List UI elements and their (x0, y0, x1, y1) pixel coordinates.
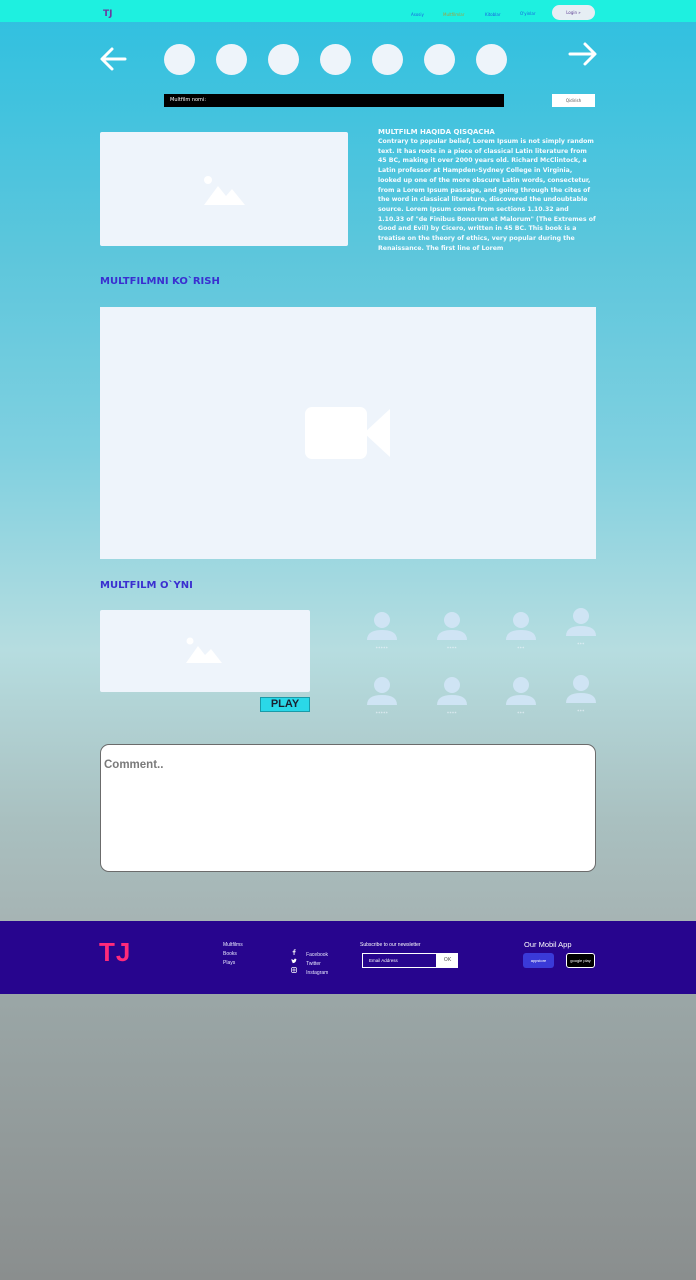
user-icon (437, 677, 467, 705)
carousel-item[interactable] (424, 44, 455, 75)
login-button[interactable]: Login » (552, 5, 595, 20)
nav-link-games[interactable]: O'yinlar (520, 11, 535, 16)
game-heading: MULTFILM O`YNI (100, 580, 193, 591)
player-card: **** (432, 675, 472, 716)
user-icon (437, 612, 467, 640)
arrow-right-icon[interactable] (566, 37, 600, 71)
player-card: *** (561, 606, 601, 647)
video-camera-icon (305, 407, 390, 459)
mobile-app-title: Our Mobil App (524, 940, 572, 949)
user-icon (566, 675, 596, 703)
search-input[interactable]: Multfilm nomi: (164, 94, 504, 107)
footer-link-books[interactable]: Books (223, 951, 237, 957)
arrow-left-icon[interactable] (97, 42, 131, 76)
video-player[interactable] (100, 307, 596, 559)
google-play-button[interactable]: google play (566, 953, 595, 968)
user-icon (367, 612, 397, 640)
footer-social-instagram[interactable]: Instagram (291, 959, 328, 978)
instagram-icon (291, 966, 297, 973)
carousel-item[interactable] (320, 44, 351, 75)
footer-logo[interactable]: TJ (99, 937, 131, 968)
player-card: ***** (362, 610, 402, 651)
site-logo[interactable]: TJ (103, 9, 113, 19)
player-card: *** (501, 610, 541, 651)
nav-link-books[interactable]: Kitoblar (485, 12, 501, 17)
user-icon (566, 608, 596, 636)
user-icon (506, 612, 536, 640)
app-store-button[interactable]: appstore (523, 953, 554, 968)
player-card: *** (561, 673, 601, 714)
user-icon (506, 677, 536, 705)
nav-link-multfilms[interactable]: Multfilmlar (443, 12, 464, 17)
image-placeholder-icon (186, 637, 222, 663)
player-card: ***** (362, 675, 402, 716)
poster-image (100, 132, 348, 246)
footer-link-plays[interactable]: Plays (223, 960, 235, 966)
info-title: MULTFILM HAQIDA QISQACHA (378, 128, 495, 136)
player-card: **** (432, 610, 472, 651)
email-input[interactable]: Email Address (362, 953, 437, 968)
play-button[interactable]: PLAY (260, 697, 310, 712)
watch-heading: MULTFILMNI KO`RISH (100, 276, 220, 287)
carousel-item[interactable] (216, 44, 247, 75)
user-icon (367, 677, 397, 705)
game-image (100, 610, 310, 692)
comment-placeholder: Comment.. (104, 759, 164, 771)
newsletter-title: Subscribe to our newsletter (360, 942, 421, 948)
image-placeholder-icon (204, 176, 245, 205)
instagram-label: Instagram (306, 970, 329, 976)
footer-link-multfilms[interactable]: Multfilms (223, 942, 243, 948)
carousel-item[interactable] (164, 44, 195, 75)
carousel-item[interactable] (372, 44, 403, 75)
carousel-item[interactable] (476, 44, 507, 75)
carousel-item[interactable] (268, 44, 299, 75)
search-button[interactable]: Qidirish (552, 94, 595, 107)
comment-textarea[interactable] (100, 744, 596, 872)
nav-link-home[interactable]: Asosiy (411, 12, 424, 17)
player-card: *** (501, 675, 541, 716)
info-text: Contrary to popular belief, Lorem Ipsum … (378, 138, 596, 252)
subscribe-button[interactable]: OK (437, 953, 458, 968)
